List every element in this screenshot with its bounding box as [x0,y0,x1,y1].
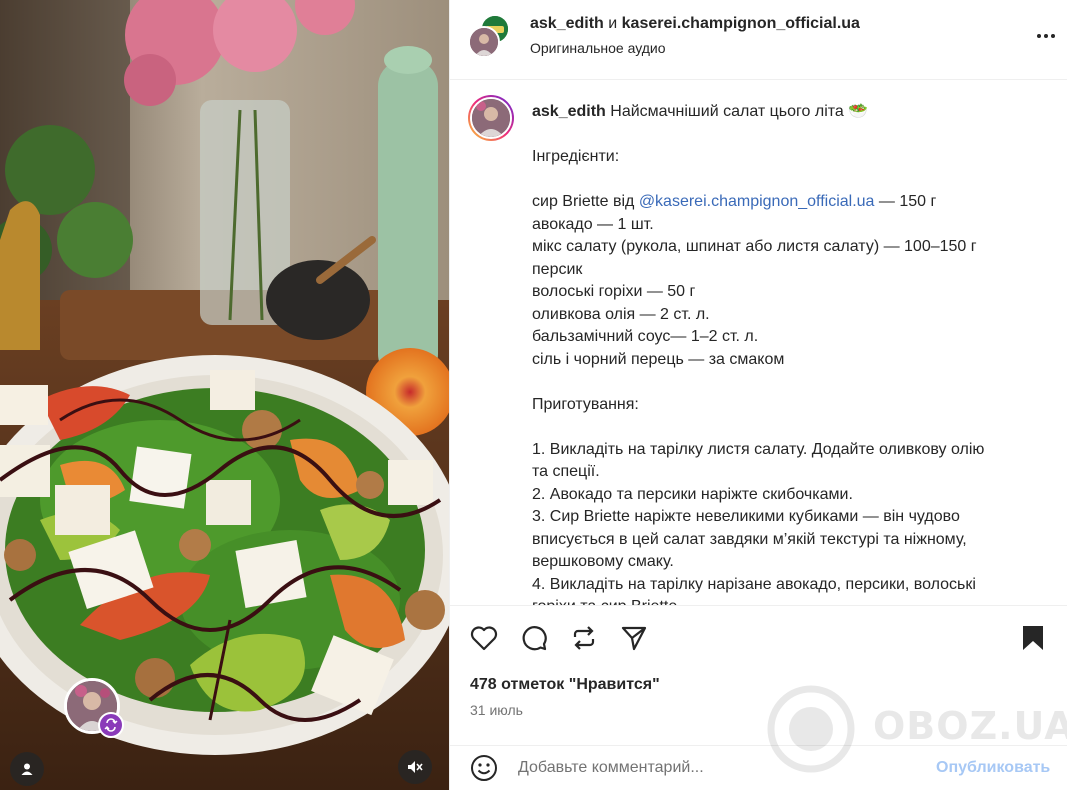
caption-line: Інгредієнти: [532,148,620,165]
like-button[interactable] [469,623,499,653]
mute-button[interactable] [398,750,432,784]
salad-photo [0,0,449,790]
collab-avatars[interactable] [468,14,512,58]
caption-scroll-area[interactable]: ask_edith Найсмачніший салат цього літа … [450,81,1067,605]
author-username-link[interactable]: ask_edith [530,15,604,32]
heart-icon [470,626,498,651]
caption-line [532,169,1032,192]
watermark-text: OBOZ.UA [873,704,1067,748]
caption-username[interactable]: ask_edith [532,103,606,120]
tagged-users-button[interactable] [10,752,44,786]
smiley-icon [471,755,497,781]
share-button[interactable] [619,623,649,653]
save-button[interactable] [1018,623,1048,653]
post-side-panel: ask_edith и kaserei.champignon_official.… [449,0,1067,790]
bookmark-icon [1023,626,1043,650]
audio-link[interactable]: Оригинальное аудио [530,40,666,56]
collaborator-username-link[interactable]: kaserei.champignon_official.ua [622,15,860,32]
caption-line: та спеції. [532,463,600,480]
repost-icon [573,626,595,650]
caption-line: персик [532,260,583,278]
globe-logo-icon [767,685,855,773]
caption-author-avatar[interactable] [468,95,514,141]
comment-button[interactable] [519,623,549,653]
caption-line: 1. Викладіть на тарілку листя салату. До… [532,440,985,458]
caption-text: ask_edith Найсмачніший салат цього літа … [532,101,1032,605]
more-options-button[interactable] [1034,24,1058,48]
caption-title: Найсмачніший салат цього літа 🥗 [610,103,869,120]
post-authors: ask_edith и kaserei.champignon_official.… [530,15,860,33]
caption-line-text: сир Briette від [532,193,635,210]
caption-title-line: ask_edith Найсмачніший салат цього літа … [532,101,1032,124]
caption-line: сир Briette від @kaserei.champignon_offi… [532,191,1032,214]
caption-line [532,124,1032,147]
share-icon [621,626,647,651]
caption-line: вписується в цей салат завдяки м’якій те… [532,530,967,548]
emoji-button[interactable] [470,754,498,782]
remix-icon [98,712,124,738]
caption-line: вершковому смаку. [532,553,674,570]
authors-conjunction: и [608,15,618,32]
mention-link[interactable]: @kaserei.champignon_official.ua [639,193,875,210]
post-header: ask_edith и kaserei.champignon_official.… [450,0,1067,80]
watermark: OBOZ.UA [765,684,1067,774]
caption-line: авокадо — 1 шт. [532,215,654,233]
caption-line: бальзамічний соус— 1–2 ст. л. [532,328,759,345]
caption-line-text: — 150 г [874,193,937,210]
user-icon [21,763,33,775]
caption-line: 4. Викладіть на тарілку нарізане авокадо… [532,575,976,593]
repost-button[interactable] [569,623,599,653]
post-media[interactable] [0,0,449,790]
more-icon [1037,34,1055,38]
caption-line [532,371,1032,394]
like-count[interactable]: 478 отметок "Нравится" [470,676,660,694]
caption-line: Приготування: [532,395,639,413]
comment-icon [522,626,547,651]
caption-line: сіль і чорний перець — за смаком [532,350,785,368]
caption-line: 2. Авокадо та персики наріжте скибочками… [532,485,853,503]
caption-line [532,416,1032,439]
caption-line: 3. Сир Briette наріжте невеликими кубика… [532,508,960,525]
author-avatar[interactable] [468,26,500,58]
caption-line: мікс салату (рукола, шпинат або листя са… [532,238,977,255]
speaker-muted-icon [408,761,423,773]
caption-line: горіхи та сир Briette. [532,596,1032,605]
post-date: 31 июль [470,702,523,718]
caption-line: оливкова олія — 2 ст. л. [532,305,710,323]
post-view: ask_edith и kaserei.champignon_official.… [0,0,1067,790]
caption-line: волоські горіхи — 50 г [532,283,696,300]
